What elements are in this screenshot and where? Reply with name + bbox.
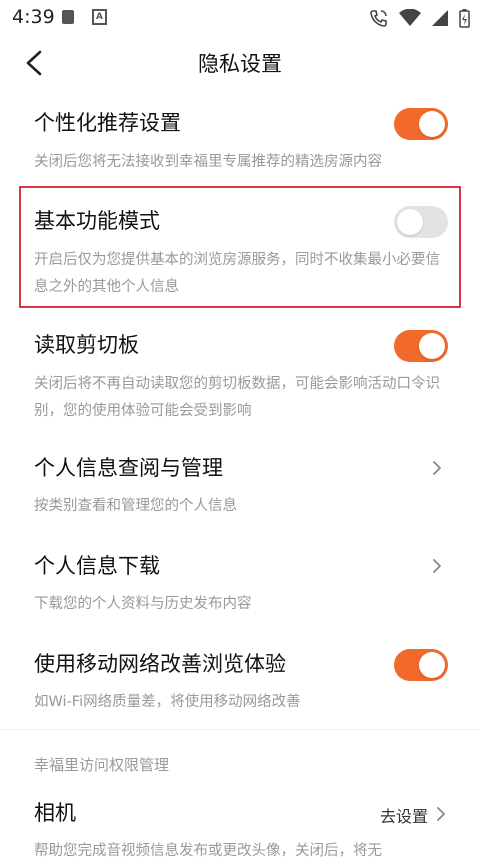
signal-icon (432, 10, 448, 26)
basic-mode-toggle[interactable] (394, 206, 448, 238)
toggle-knob (397, 209, 423, 235)
chevron-right-icon (433, 559, 441, 573)
battery-icon (459, 8, 470, 28)
setting-title: 个人信息查阅与管理 (34, 456, 223, 480)
recommend-toggle[interactable] (394, 108, 448, 140)
setting-personal-info-download[interactable]: 个人信息下载 下载您的个人资料与历史发布内容 (34, 553, 448, 618)
setting-personal-info-manage[interactable]: 个人信息查阅与管理 按类别查看和管理您的个人信息 (34, 455, 448, 520)
header: 隐私设置 (0, 40, 480, 86)
phone-wifi-call-icon (370, 10, 387, 27)
permission-desc: 帮助您完成音视频信息发布或更改头像，关闭后，将无 (34, 843, 382, 859)
setting-title: 个人信息下载 (34, 554, 160, 578)
setting-mobile-network: 使用移动网络改善浏览体验 如Wi-Fi网络质量差，将使用移动网络改善 (34, 649, 448, 716)
chevron-right-icon (437, 807, 445, 821)
page-title: 隐私设置 (198, 52, 282, 76)
wifi-icon (399, 9, 421, 26)
setting-desc: 按类别查看和管理您的个人信息 (34, 498, 237, 514)
setting-title: 个性化推荐设置 (34, 111, 181, 135)
clipboard-toggle[interactable] (394, 330, 448, 362)
setting-basic-mode: 基本功能模式 开启后仅为您提供基本的浏览房源服务，同时不收集最小必要信息之外的其… (34, 206, 448, 301)
camera-settings-link[interactable]: 去设置 (380, 803, 428, 827)
setting-personalized-recommend: 个性化推荐设置 关闭后您将无法接收到幸福里专属推荐的精选房源内容 (34, 108, 448, 176)
setting-clipboard: 读取剪切板 关闭后将不再自动读取您的剪切板数据，可能会影响活动口令识别，您的使用… (34, 330, 448, 425)
toggle-knob (419, 111, 445, 137)
keyboard-a-icon: A (92, 9, 107, 25)
setting-desc: 关闭后您将无法接收到幸福里专属推荐的精选房源内容 (34, 154, 382, 170)
setting-title: 使用移动网络改善浏览体验 (34, 652, 286, 676)
sim-card-icon (62, 10, 74, 24)
toggle-knob (419, 652, 445, 678)
chevron-right-icon (433, 461, 441, 475)
setting-desc: 关闭后将不再自动读取您的剪切板数据，可能会影响活动口令识别，您的使用体验可能会受… (34, 376, 440, 419)
setting-desc: 如Wi-Fi网络质量差，将使用移动网络改善 (34, 694, 301, 710)
mobile-network-toggle[interactable] (394, 649, 448, 681)
status-time: 4:39 (12, 6, 55, 28)
setting-title: 读取剪切板 (34, 333, 139, 357)
permission-section-title: 幸福里访问权限管理 (34, 756, 170, 774)
section-divider (0, 729, 480, 730)
setting-title: 基本功能模式 (34, 209, 160, 233)
toggle-knob (419, 333, 445, 359)
setting-desc: 开启后仅为您提供基本的浏览房源服务，同时不收集最小必要信息之外的其他个人信息 (34, 252, 440, 295)
setting-desc: 下载您的个人资料与历史发布内容 (34, 596, 252, 612)
status-bar: 4:39 A (0, 0, 480, 34)
status-icons (369, 8, 470, 28)
